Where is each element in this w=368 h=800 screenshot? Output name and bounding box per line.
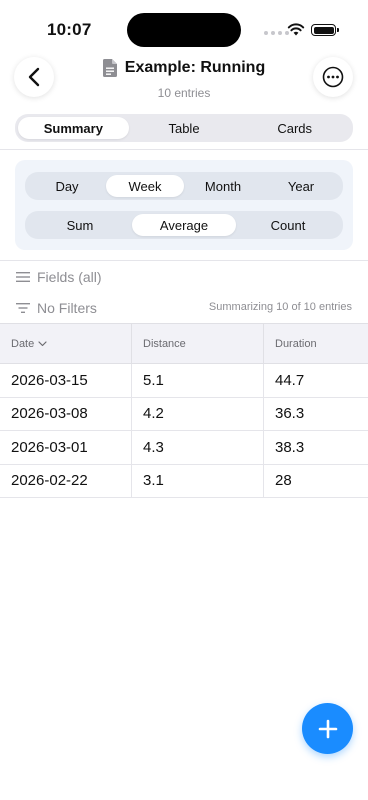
filters-selector[interactable]: No Filters xyxy=(16,300,97,316)
status-bar: 10:07 xyxy=(0,0,368,56)
period-month[interactable]: Month xyxy=(184,175,262,197)
sort-chevron-icon xyxy=(38,340,47,346)
table-row[interactable]: 2026-03-08 4.2 36.3 xyxy=(0,397,368,431)
fields-label: Fields (all) xyxy=(37,269,102,285)
table-row[interactable]: 2026-03-15 5.1 44.7 xyxy=(0,364,368,398)
column-header-duration[interactable]: Duration xyxy=(264,324,368,363)
header-divider xyxy=(0,149,368,150)
cell-date: 2026-03-01 xyxy=(0,431,132,464)
tab-cards[interactable]: Cards xyxy=(239,117,350,139)
fields-selector[interactable]: Fields (all) xyxy=(16,269,102,285)
cell-duration: 44.7 xyxy=(275,371,305,389)
tab-summary[interactable]: Summary xyxy=(18,117,129,139)
add-entry-button[interactable] xyxy=(302,703,353,754)
column-header-date[interactable]: Date xyxy=(0,324,132,363)
document-icon xyxy=(102,59,117,77)
entries-count: 10 entries xyxy=(157,86,211,100)
page-title: Example: Running xyxy=(124,59,266,76)
dynamic-island xyxy=(127,13,241,47)
cell-duration: 38.3 xyxy=(275,438,305,456)
cell-date: 2026-03-08 xyxy=(0,397,132,430)
table-row[interactable]: 2026-03-01 4.3 38.3 xyxy=(0,431,368,465)
cell-date: 2026-02-22 xyxy=(0,464,132,497)
aggregate-count[interactable]: Count xyxy=(236,214,340,236)
aggregate-sum[interactable]: Sum xyxy=(28,214,132,236)
table-row[interactable]: 2026-02-22 3.1 28 xyxy=(0,464,368,498)
wifi-icon xyxy=(287,23,305,36)
period-year[interactable]: Year xyxy=(262,175,340,197)
period-day[interactable]: Day xyxy=(28,175,106,197)
cell-duration: 36.3 xyxy=(275,405,305,423)
aggregate-segmented-control: Sum Average Count xyxy=(25,211,343,239)
table-header: Date Distance Duration xyxy=(0,323,368,364)
cell-distance: 5.1 xyxy=(132,364,264,397)
summary-table: Date Distance Duration 2026-03-15 5.1 44… xyxy=(0,323,368,498)
view-mode-segmented-control: Summary Table Cards xyxy=(15,114,353,142)
panel-divider xyxy=(0,260,368,261)
status-time: 10:07 xyxy=(47,20,92,39)
plus-icon xyxy=(318,719,337,738)
cell-distance: 3.1 xyxy=(132,464,264,497)
more-icon xyxy=(322,66,344,88)
filter-icon xyxy=(16,303,30,313)
cell-date: 2026-03-15 xyxy=(0,364,132,397)
period-segmented-control: Day Week Month Year xyxy=(25,172,343,200)
aggregate-average[interactable]: Average xyxy=(132,214,236,236)
column-header-label: Date xyxy=(11,337,35,350)
cell-distance: 4.3 xyxy=(132,431,264,464)
tab-table[interactable]: Table xyxy=(129,117,240,139)
column-header-distance[interactable]: Distance xyxy=(132,324,264,363)
summary-note: Summarizing 10 of 10 entries xyxy=(208,301,352,313)
more-options-button[interactable] xyxy=(313,57,353,97)
cellular-signal-icon xyxy=(264,31,289,35)
period-week[interactable]: Week xyxy=(106,175,184,197)
summary-options-panel: Day Week Month Year Sum Average Count xyxy=(15,160,353,250)
cell-duration: 28 xyxy=(275,472,292,490)
filters-label: No Filters xyxy=(37,300,97,316)
battery-icon xyxy=(311,24,339,36)
lines-icon xyxy=(16,272,30,282)
cell-distance: 4.2 xyxy=(132,397,264,430)
